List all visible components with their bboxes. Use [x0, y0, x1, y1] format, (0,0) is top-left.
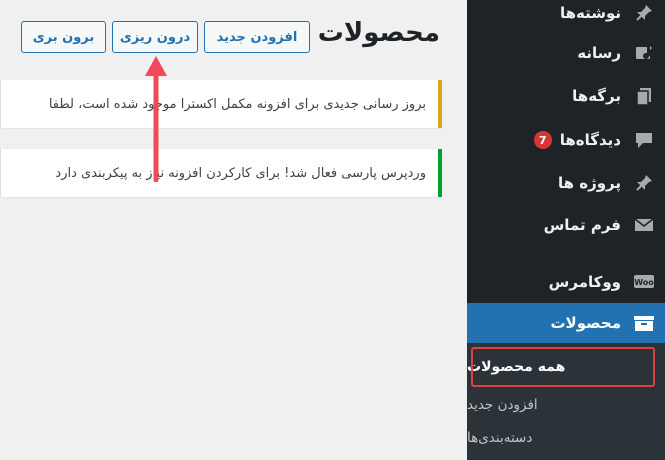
sidebar-item-comments[interactable]: دیدگاه‌ها 7: [467, 120, 665, 160]
sidebar-item-label: نوشته‌ها: [559, 4, 621, 22]
sidebar-item-label: فرم تماس: [543, 216, 621, 234]
import-button[interactable]: درون ریزی: [112, 21, 198, 53]
update-notice-text: بروز رسانی جدیدی برای افزونه مکمل اکسترا…: [48, 96, 426, 112]
sidebar-item-woocommerce[interactable]: Woo ووکامرس: [467, 262, 665, 302]
archive-icon: [633, 312, 655, 334]
submenu-label: افزودن جدید: [467, 397, 538, 413]
svg-text:Woo: Woo: [634, 278, 654, 287]
parsi-notice-text: وردپرس پارسی فعال شد! برای کارکردن افزون…: [55, 165, 426, 181]
annotation-arrow: [145, 56, 167, 182]
sidebar-item-contact-form[interactable]: فرم تماس: [467, 205, 665, 245]
sidebar-item-media[interactable]: رسانه: [467, 33, 665, 73]
export-button[interactable]: برون بری: [21, 21, 106, 53]
comment-count-badge: 7: [533, 131, 552, 149]
sidebar-item-label: برگه‌ها: [572, 87, 621, 105]
add-new-button[interactable]: افزودن جدید: [204, 21, 310, 53]
page-title: محصولات: [317, 18, 440, 48]
highlight-annotation: [471, 347, 655, 387]
submenu-categories[interactable]: دسته‌بندی‌ها: [467, 422, 665, 454]
submenu-add-new[interactable]: افزودن جدید: [467, 389, 665, 421]
comments-icon: [633, 129, 655, 151]
pin-icon: [633, 2, 655, 24]
sidebar-item-label: پروژه ها: [557, 174, 621, 192]
woo-icon: Woo: [633, 271, 655, 293]
parsi-notice: وردپرس پارسی فعال شد! برای کارکردن افزون…: [0, 149, 442, 197]
sidebar-item-label: رسانه: [577, 44, 621, 62]
sidebar-item-label: دیدگاه‌ها: [559, 131, 621, 149]
pages-icon: [633, 85, 655, 107]
sidebar-item-label: محصولات: [550, 314, 621, 332]
submenu-label: دسته‌بندی‌ها: [467, 430, 533, 446]
sidebar-item-products[interactable]: محصولات: [458, 303, 665, 343]
admin-sidebar: نوشته‌ها رسانه برگه‌ها دیدگاه‌ها 7 پروژه…: [458, 0, 665, 460]
sidebar-item-label: ووکامرس: [548, 273, 621, 291]
products-submenu: همه محصولات افزودن جدید دسته‌بندی‌ها: [467, 343, 665, 460]
media-icon: [633, 42, 655, 64]
sidebar-item-projects[interactable]: پروژه ها: [467, 163, 665, 203]
sidebar-item-pages[interactable]: برگه‌ها: [467, 76, 665, 116]
mail-icon: [633, 214, 655, 236]
active-indicator: [458, 314, 467, 332]
sidebar-item-posts[interactable]: نوشته‌ها: [467, 0, 665, 33]
pin-icon: [633, 172, 655, 194]
update-notice: بروز رسانی جدیدی برای افزونه مکمل اکسترا…: [0, 80, 442, 128]
